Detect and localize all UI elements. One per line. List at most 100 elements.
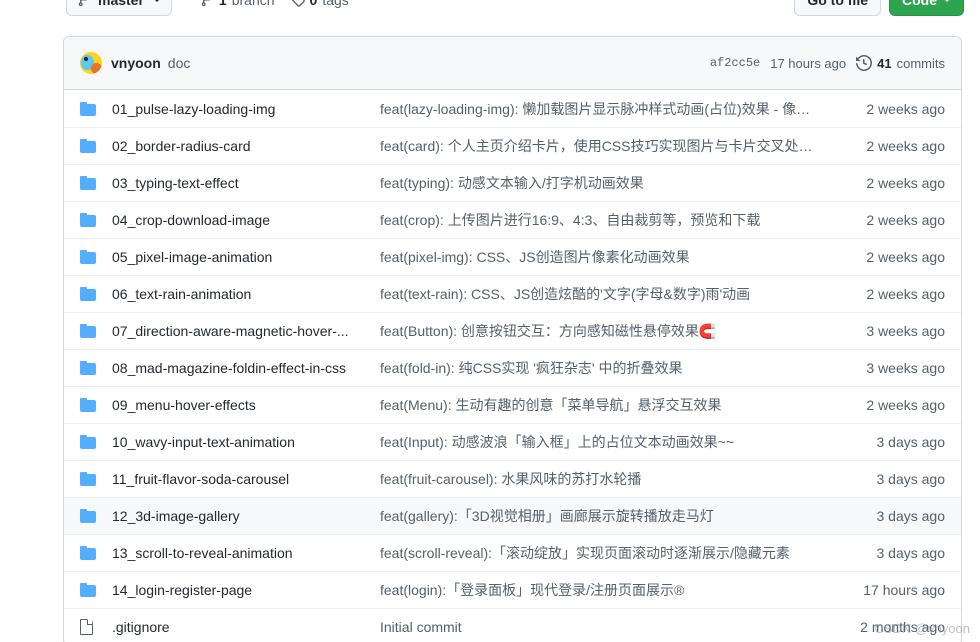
- folder-icon: [80, 509, 96, 523]
- commit-time: 17 hours ago: [770, 55, 847, 71]
- commit-sha[interactable]: af2cc5e: [710, 56, 760, 70]
- row-icon-cell: [80, 546, 112, 560]
- row-icon-cell: [80, 250, 112, 264]
- table-row[interactable]: 02_border-radius-card feat(card): 个人主页介绍卡…: [64, 127, 961, 164]
- file-commit-time: 2 months ago: [860, 619, 945, 635]
- file-commit-message[interactable]: feat(lazy-loading-img): 懒加载图片显示脉冲样式动画(占位…: [380, 99, 833, 119]
- folder-icon: [80, 361, 96, 375]
- history-icon: [856, 55, 873, 71]
- file-name[interactable]: 13_scroll-to-reveal-animation: [112, 545, 380, 561]
- file-commit-time: 3 weeks ago: [866, 323, 945, 339]
- commit-message[interactable]: doc: [168, 55, 191, 71]
- chevron-down-icon: [943, 0, 951, 2]
- row-icon-cell: [80, 176, 112, 190]
- folder-icon: [80, 324, 96, 338]
- folder-icon: [80, 176, 96, 190]
- file-commit-time: 2 weeks ago: [866, 249, 945, 265]
- table-row[interactable]: 11_fruit-flavor-soda-carousel feat(fruit-…: [64, 460, 961, 497]
- row-icon-cell: [80, 509, 112, 523]
- table-row[interactable]: 12_3d-image-gallery feat(gallery):「3D视觉相册…: [64, 497, 961, 534]
- table-row[interactable]: 14_login-register-page feat(login):「登录面板」…: [64, 571, 961, 608]
- file-commit-message[interactable]: feat(fold-in): 纯CSS实现 '疯狂杂志' 中的折叠效果: [380, 358, 833, 378]
- file-name[interactable]: 01_pulse-lazy-loading-img: [112, 101, 380, 117]
- row-icon-cell: [80, 361, 112, 375]
- table-row[interactable]: 01_pulse-lazy-loading-img feat(lazy-loadi…: [64, 90, 961, 127]
- row-icon-cell: [80, 101, 112, 116]
- tag-count[interactable]: 0 tags: [291, 0, 349, 8]
- file-name[interactable]: 11_fruit-flavor-soda-carousel: [112, 471, 380, 487]
- avatar[interactable]: [80, 52, 102, 74]
- table-row[interactable]: 09_menu-hover-effects feat(Menu): 生动有趣的创意…: [64, 386, 961, 423]
- file-name[interactable]: 12_3d-image-gallery: [112, 508, 380, 524]
- tag-icon: [291, 0, 305, 7]
- file-name[interactable]: 04_crop-download-image: [112, 212, 380, 228]
- file-commit-message[interactable]: feat(Menu): 生动有趣的创意「菜单导航」悬浮交互效果: [380, 395, 833, 415]
- table-row[interactable]: 04_crop-download-image feat(crop): 上传图片进行…: [64, 201, 961, 238]
- commit-author[interactable]: vnyoon: [111, 55, 161, 71]
- table-row[interactable]: 05_pixel-image-animation feat(pixel-img):…: [64, 238, 961, 275]
- file-commit-message[interactable]: feat(scroll-reveal):「滚动绽放」实现页面滚动时逐渐展示/隐藏…: [380, 543, 833, 563]
- table-row[interactable]: 07_direction-aware-magnetic-hover-... fea…: [64, 312, 961, 349]
- file-name[interactable]: 10_wavy-input-text-animation: [112, 434, 380, 450]
- table-row[interactable]: 06_text-rain-animation feat(text-rain): C…: [64, 275, 961, 312]
- file-commit-message[interactable]: feat(card): 个人主页介绍卡片，使用CSS技巧实现图片与卡片交叉处的平…: [380, 136, 833, 156]
- file-commit-message[interactable]: Initial commit: [380, 619, 833, 635]
- commit-count-number: 41: [877, 55, 892, 71]
- row-icon-cell: [80, 472, 112, 486]
- file-listing: vnyoon doc af2cc5e 17 hours ago 41 commi…: [63, 36, 962, 642]
- repo-toolbar: master 1 branch 0 tags Go to file Code: [0, 0, 980, 18]
- row-icon-cell: [80, 139, 112, 153]
- branch-icon: [78, 0, 87, 7]
- file-commit-message[interactable]: feat(crop): 上传图片进行16:9、4:3、自由裁剪等，预览和下载: [380, 210, 833, 230]
- file-commit-time: 2 weeks ago: [866, 397, 945, 413]
- go-to-file-button[interactable]: Go to file: [794, 0, 881, 16]
- table-row[interactable]: 13_scroll-to-reveal-animation feat(scroll…: [64, 534, 961, 571]
- folder-icon: [80, 101, 96, 116]
- file-commit-message[interactable]: feat(gallery):「3D视觉相册」画廊展示旋转播放走马灯: [380, 506, 833, 526]
- table-row[interactable]: 03_typing-text-effect feat(typing): 动感文本输…: [64, 164, 961, 201]
- table-row[interactable]: 08_mad-magazine-foldin-effect-in-css feat…: [64, 349, 961, 386]
- toolbar-actions: Go to file Code: [794, 0, 964, 16]
- file-name[interactable]: 03_typing-text-effect: [112, 175, 380, 191]
- branch-name-label: master: [98, 0, 144, 8]
- commit-count-label: commits: [896, 55, 945, 71]
- file-commit-message[interactable]: feat(pixel-img): CSS、JS创造图片像素化动画效果: [380, 247, 833, 267]
- row-icon-cell: [80, 398, 112, 412]
- file-commit-message[interactable]: feat(Button): 创意按钮交互：方向感知磁性悬停效果🧲: [380, 321, 833, 341]
- folder-icon: [80, 546, 96, 560]
- file-commit-time: 17 hours ago: [863, 582, 945, 598]
- code-button-label: Code: [902, 0, 937, 8]
- folder-icon: [80, 583, 96, 597]
- row-icon-cell: [80, 583, 112, 597]
- file-name[interactable]: 02_border-radius-card: [112, 138, 380, 154]
- code-button[interactable]: Code: [889, 0, 964, 16]
- repo-meta-counts: 1 branch 0 tags: [200, 0, 349, 8]
- file-commit-message[interactable]: feat(login):「登录面板」现代登录/注册页面展示®: [380, 580, 833, 600]
- file-icon: [80, 619, 93, 635]
- table-row[interactable]: 10_wavy-input-text-animation feat(Input):…: [64, 423, 961, 460]
- file-commit-time: 3 weeks ago: [866, 360, 945, 376]
- file-name[interactable]: 14_login-register-page: [112, 582, 380, 598]
- file-name[interactable]: .gitignore: [112, 619, 380, 635]
- commit-count[interactable]: 41 commits: [856, 55, 945, 71]
- branch-count-label: branch: [231, 0, 275, 8]
- folder-icon: [80, 398, 96, 412]
- file-name[interactable]: 08_mad-magazine-foldin-effect-in-css: [112, 360, 380, 376]
- file-commit-message[interactable]: feat(Input): 动感波浪「输入框」上的占位文本动画效果~~: [380, 432, 833, 452]
- file-commit-time: 3 days ago: [876, 545, 946, 561]
- branch-count[interactable]: 1 branch: [200, 0, 275, 8]
- folder-icon: [80, 287, 96, 301]
- file-name[interactable]: 05_pixel-image-animation: [112, 249, 380, 265]
- file-name[interactable]: 06_text-rain-animation: [112, 286, 380, 302]
- file-commit-message[interactable]: feat(text-rain): CSS、JS创造炫酷的'文字(字母&数字)雨'…: [380, 284, 833, 304]
- branch-selector[interactable]: master: [66, 0, 172, 16]
- file-commit-time: 2 weeks ago: [866, 138, 945, 154]
- branch-icon: [201, 0, 210, 7]
- file-commit-time: 2 weeks ago: [866, 100, 945, 117]
- file-name[interactable]: 07_direction-aware-magnetic-hover-...: [112, 323, 380, 339]
- folder-icon: [80, 139, 96, 153]
- file-name[interactable]: 09_menu-hover-effects: [112, 397, 380, 413]
- file-commit-message[interactable]: feat(typing): 动感文本输入/打字机动画效果: [380, 173, 833, 193]
- file-commit-message[interactable]: feat(fruit-carousel): 水果风味的苏打水轮播: [380, 469, 833, 489]
- table-row[interactable]: .gitignore Initial commit 2 months ago: [64, 608, 961, 642]
